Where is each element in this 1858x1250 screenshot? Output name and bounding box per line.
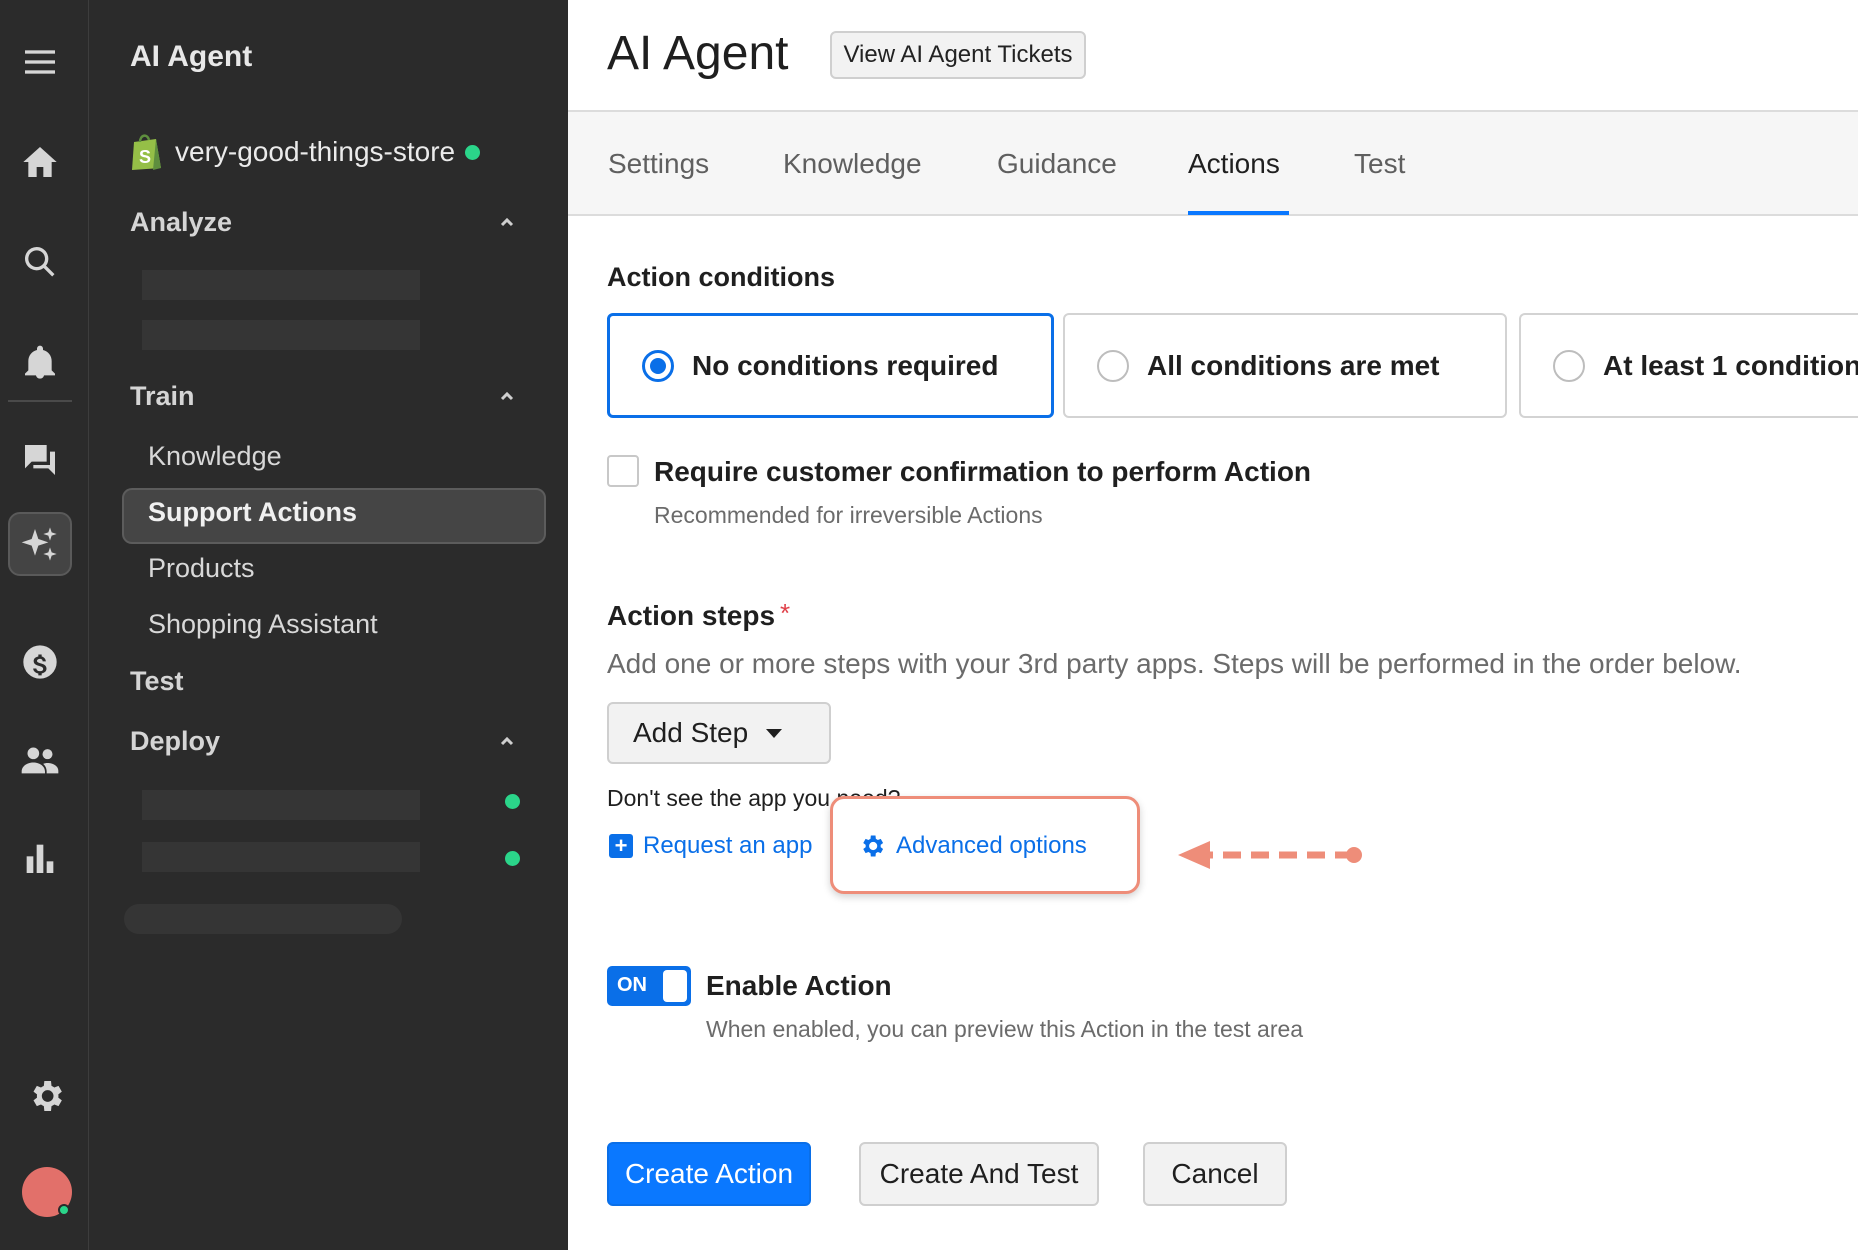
gear-icon (863, 835, 884, 857)
shopify-bag-icon: S (132, 134, 161, 170)
chevron-up-icon[interactable] (497, 212, 517, 232)
search-icon[interactable] (12, 234, 68, 290)
users-icon[interactable] (12, 732, 68, 788)
advanced-options-label: Advanced options (896, 832, 1087, 859)
create-and-test-button[interactable]: Create And Test (859, 1142, 1099, 1206)
chevron-up-icon[interactable] (497, 731, 517, 751)
action-conditions-label: Action conditions (607, 262, 835, 292)
tab-settings[interactable]: Settings (608, 148, 709, 180)
ai-sparkle-icon[interactable] (8, 512, 72, 576)
create-action-button[interactable]: Create Action (607, 1142, 811, 1206)
request-app-link[interactable]: + Request an app (609, 832, 812, 860)
add-step-dropdown[interactable]: Add Step (607, 702, 831, 764)
section-test[interactable]: Test (130, 666, 184, 697)
svg-text:S: S (139, 147, 151, 167)
plus-square-icon: + (609, 834, 633, 858)
condition-option-all[interactable]: All conditions are met (1063, 313, 1507, 418)
sidebar-nav: AI Agent S very-good-things-store Analyz… (89, 0, 568, 1250)
tab-bar: Settings Knowledge Guidance Actions Test (568, 110, 1858, 216)
sidebar-title: AI Agent (130, 40, 253, 73)
tab-test[interactable]: Test (1354, 148, 1405, 180)
sidebar-item-products[interactable]: Products (148, 553, 255, 584)
bar-chart-icon[interactable] (12, 830, 68, 886)
condition-option-label: At least 1 condition (1603, 349, 1858, 381)
condition-option-label: All conditions are met (1147, 349, 1440, 381)
cancel-button[interactable]: Cancel (1143, 1142, 1287, 1206)
skeleton-placeholder (142, 270, 420, 300)
main-content: AI Agent View AI Agent Tickets Settings … (568, 0, 1858, 1250)
action-steps-description: Add one or more steps with your 3rd part… (607, 648, 1742, 679)
tab-actions[interactable]: Actions (1188, 148, 1280, 180)
menu-icon[interactable] (12, 34, 68, 90)
deploy-status-dot (505, 794, 520, 809)
store-selector[interactable]: S very-good-things-store (129, 132, 481, 172)
sidebar-item-knowledge[interactable]: Knowledge (148, 441, 282, 472)
toggle-knob (663, 970, 687, 1002)
confirmation-checkbox[interactable] (607, 455, 639, 487)
sidebar-item-support-actions[interactable]: Support Actions (148, 497, 357, 528)
sidebar-item-shopping-assistant[interactable]: Shopping Assistant (148, 609, 378, 640)
radio-unselected[interactable] (1553, 349, 1585, 382)
view-tickets-button[interactable]: View AI Agent Tickets (830, 31, 1086, 79)
action-steps-label: Action steps (607, 600, 776, 631)
deploy-status-dot (505, 851, 520, 866)
store-status-dot (465, 144, 481, 160)
chevron-up-icon[interactable] (497, 386, 517, 406)
dollar-icon[interactable] (12, 634, 68, 690)
section-deploy[interactable]: Deploy (130, 726, 220, 757)
skeleton-placeholder (124, 904, 402, 934)
toggle-state-text: ON (617, 974, 647, 996)
advanced-options-link[interactable]: Advanced options (858, 832, 1087, 860)
home-icon[interactable] (12, 134, 68, 190)
section-train[interactable]: Train (130, 381, 195, 412)
enable-action-label: Enable Action (706, 970, 892, 1001)
annotation-arrow-icon (1178, 841, 1362, 869)
request-app-label: Request an app (643, 832, 813, 859)
bell-icon[interactable] (12, 334, 68, 390)
page-title: AI Agent (607, 27, 789, 80)
required-asterisk: * (780, 598, 791, 628)
confirmation-label: Require customer confirmation to perform… (654, 456, 1312, 487)
condition-option-none[interactable]: No conditions required (607, 313, 1054, 418)
online-status-dot (58, 1204, 70, 1216)
tab-knowledge[interactable]: Knowledge (783, 148, 922, 180)
skeleton-placeholder (142, 320, 420, 350)
condition-option-label: No conditions required (692, 349, 999, 381)
section-analyze[interactable]: Analyze (130, 207, 232, 238)
confirmation-help-text: Recommended for irreversible Actions (654, 502, 1043, 528)
active-tab-indicator (1188, 211, 1289, 215)
radio-unselected[interactable] (1097, 349, 1129, 382)
icon-rail (0, 0, 89, 1250)
skeleton-placeholder (142, 790, 420, 820)
tab-guidance[interactable]: Guidance (997, 148, 1117, 180)
enable-action-help-text: When enabled, you can preview this Actio… (706, 1016, 1304, 1042)
rail-divider (8, 400, 72, 402)
caret-down-icon (766, 728, 783, 738)
skeleton-placeholder (142, 842, 420, 872)
gear-icon[interactable] (18, 1068, 74, 1124)
radio-selected[interactable] (642, 349, 674, 382)
condition-option-at-least-one[interactable]: At least 1 condition (1519, 313, 1858, 418)
chat-icon[interactable] (12, 432, 68, 488)
store-name: very-good-things-store (175, 136, 456, 167)
enable-action-toggle[interactable]: ON (607, 966, 691, 1006)
add-step-label: Add Step (633, 717, 749, 748)
